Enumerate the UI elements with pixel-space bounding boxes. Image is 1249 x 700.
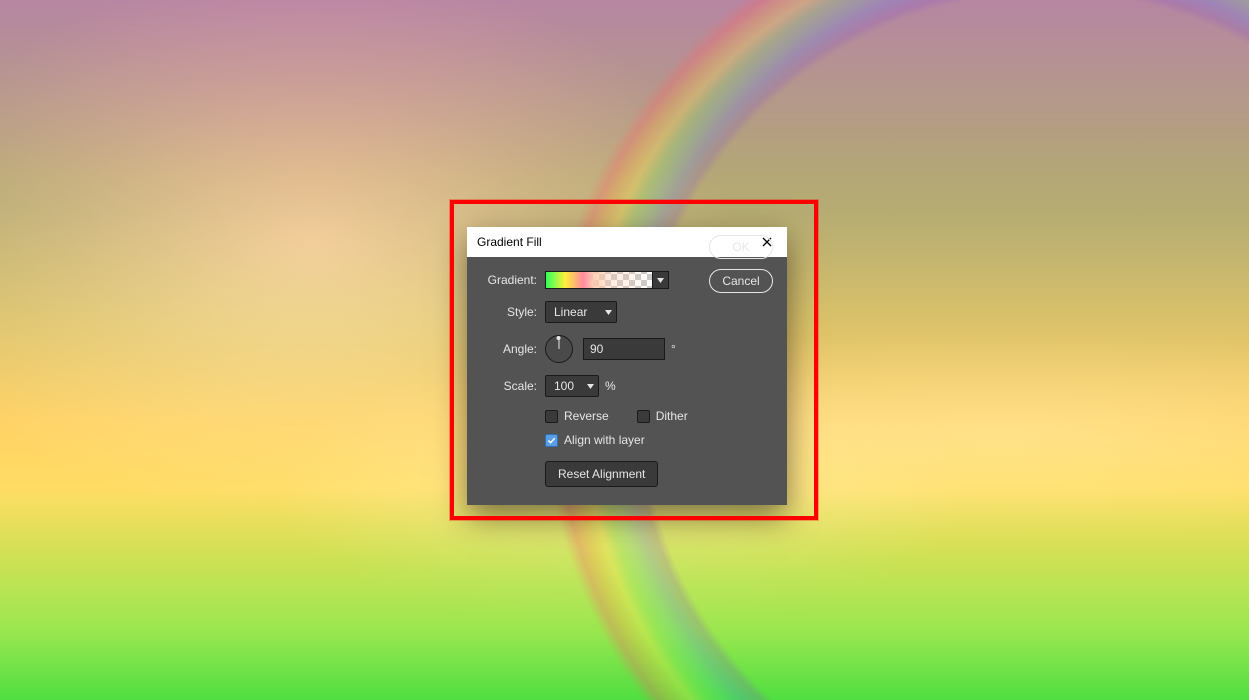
scale-value: 100 [554,379,574,393]
style-value: Linear [554,305,587,319]
align-label: Align with layer [564,433,645,447]
angle-unit: ° [671,342,676,356]
scale-row: Scale: 100 % [481,375,773,397]
ok-button[interactable]: OK [709,235,773,259]
chevron-down-icon [587,384,594,389]
scale-label: Scale: [481,379,537,393]
reverse-dither-row: Reverse Dither [545,409,773,423]
angle-row: Angle: ° [481,335,773,363]
scale-unit: % [605,379,616,393]
gradient-swatch[interactable] [545,271,653,289]
dither-checkbox[interactable]: Dither [637,409,688,423]
reset-alignment-button[interactable]: Reset Alignment [545,461,658,487]
style-select[interactable]: Linear [545,301,617,323]
dialog-title: Gradient Fill [477,235,542,249]
style-row: Style: Linear [481,301,773,323]
canvas-background: Gradient Fill OK Cancel Gradient: Style: [0,0,1249,700]
angle-label: Angle: [481,342,537,356]
align-row: Align with layer [545,433,773,447]
style-label: Style: [481,305,537,319]
align-with-layer-checkbox[interactable]: Align with layer [545,433,773,447]
chevron-down-icon [605,310,612,315]
scale-select[interactable]: 100 [545,375,599,397]
reverse-checkbox[interactable]: Reverse [545,409,609,423]
gradient-label: Gradient: [481,273,537,287]
angle-input[interactable] [583,338,665,360]
dialog-body: OK Cancel Gradient: Style: Linear [467,257,787,505]
gradient-dropdown[interactable] [653,271,669,289]
gradient-fill-dialog: Gradient Fill OK Cancel Gradient: Style: [467,227,787,505]
gradient-row: Gradient: [481,271,773,289]
reverse-label: Reverse [564,409,609,423]
dither-label: Dither [656,409,688,423]
angle-dial[interactable] [545,335,573,363]
